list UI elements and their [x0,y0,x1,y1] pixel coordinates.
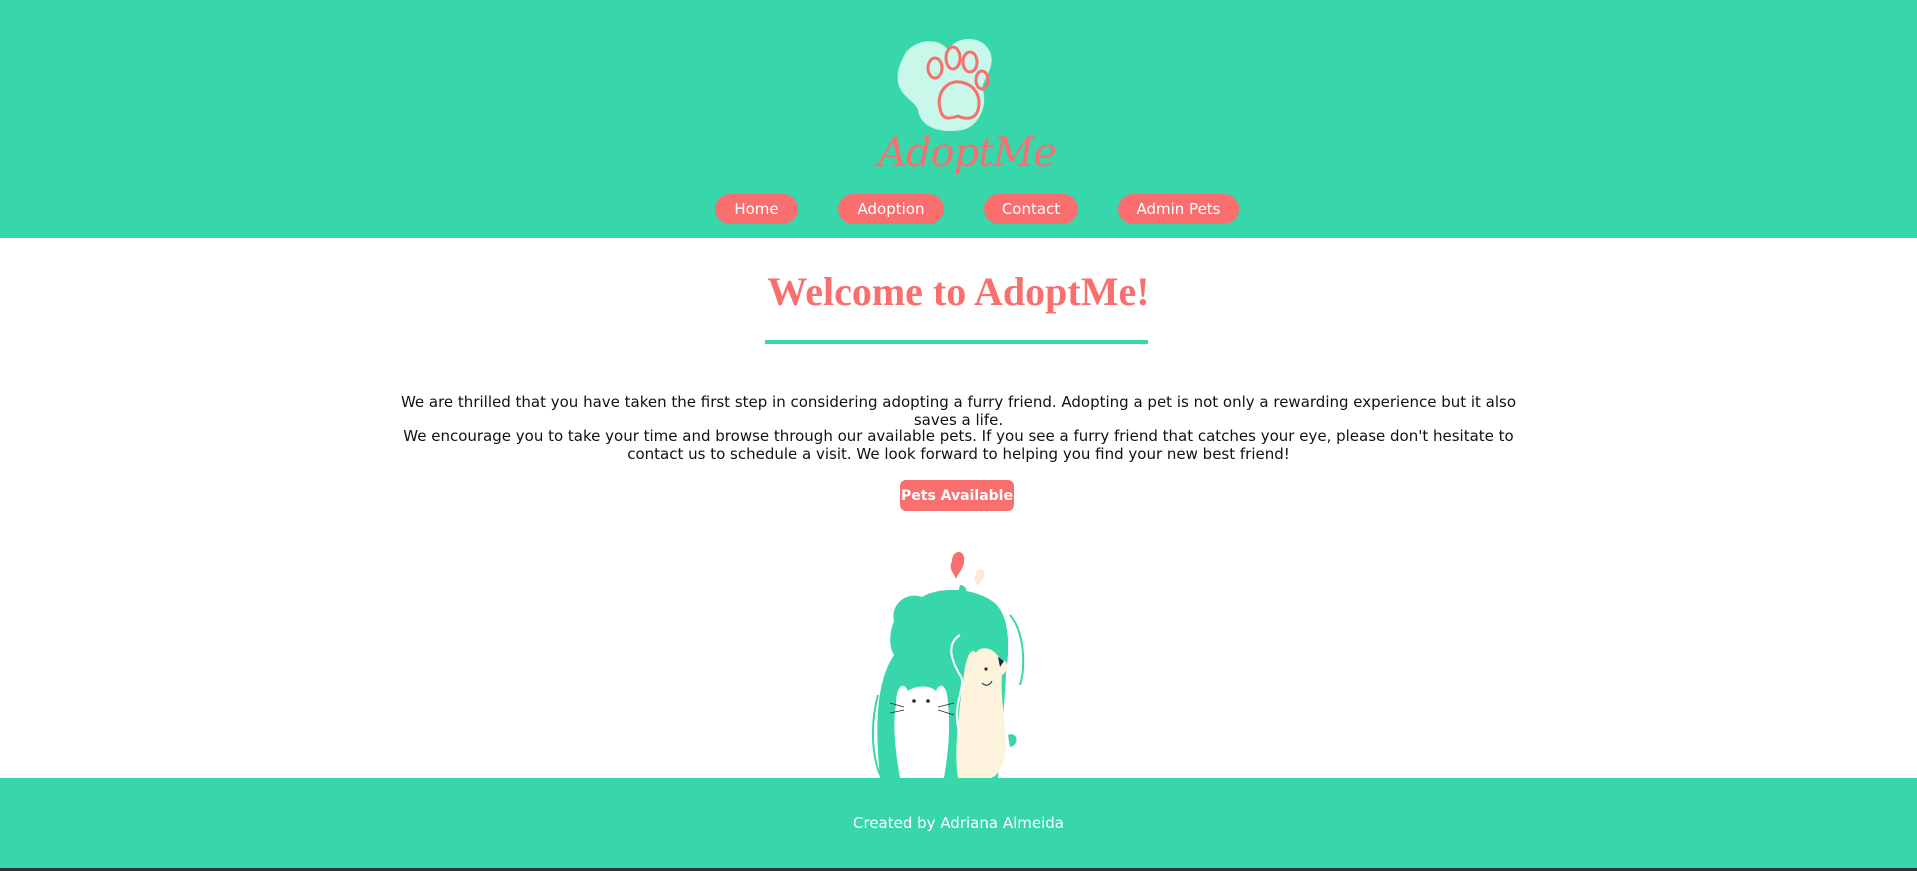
nav-admin-pets-button[interactable]: Admin Pets [1118,194,1239,224]
cat-and-dog-illustration [860,535,1070,778]
brand-name: AdoptMe [878,130,1057,176]
nav-home-button[interactable]: Home [715,194,798,224]
page-title: Welcome to AdoptMe! [767,269,1150,314]
title-underline [765,340,1148,344]
site-header: AdoptMe Home Adoption Contact Admin Pets [0,0,1917,238]
intro-paragraph: We are thrilled that you have taken the … [400,393,1517,429]
nav-contact-button[interactable]: Contact [984,194,1078,224]
site-logo[interactable]: AdoptMe [878,30,1057,180]
pets-available-button[interactable]: Pets Available [900,480,1014,511]
footer-credit: Created by Adriana Almeida [853,814,1064,832]
site-footer: Created by Adriana Almeida [0,778,1917,868]
nav-adoption-button[interactable]: Adoption [838,194,944,224]
encouragement-paragraph: We encourage you to take your time and b… [403,427,1514,463]
paw-icon [897,39,992,132]
main-nav: Home Adoption Contact Admin Pets [0,194,1917,224]
